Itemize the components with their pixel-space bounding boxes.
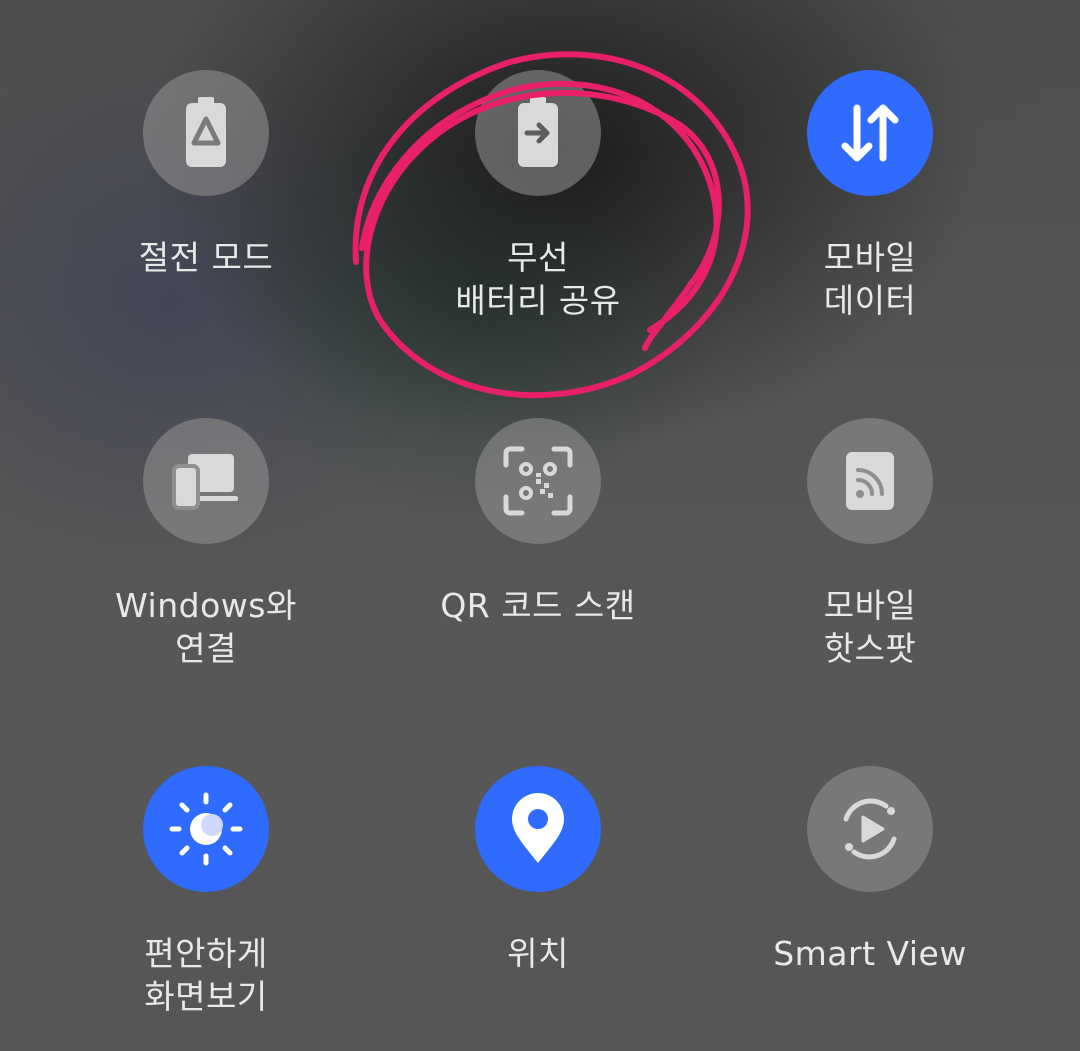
wireless-powershare-icon (518, 97, 558, 167)
tile-mobile-hotspot-button[interactable] (807, 418, 933, 544)
mobile-hotspot-icon (846, 452, 894, 510)
battery-saver-icon (186, 97, 226, 167)
mobile-data-icon (841, 104, 899, 162)
tile-wireless-powershare[interactable]: 무선 배터리 공유 (388, 70, 688, 322)
link-to-windows-icon (172, 454, 238, 510)
qr-scan-icon (503, 446, 573, 516)
tile-smart-view-button[interactable] (807, 766, 933, 892)
location-icon (512, 793, 564, 863)
tile-smart-view-label: Smart View (773, 934, 967, 973)
tile-power-saving[interactable]: 절전 모드 (56, 70, 356, 279)
tile-power-saving-label: 절전 모드 (138, 238, 274, 277)
tile-location-label: 위치 (507, 934, 569, 973)
tile-mobile-hotspot[interactable]: 모바일 핫스팟 (720, 418, 1020, 670)
tile-power-saving-button[interactable] (143, 70, 269, 196)
tile-mobile-data[interactable]: 모바일 데이터 (720, 70, 1020, 322)
tile-eye-comfort-button[interactable] (143, 766, 269, 892)
tile-link-to-windows-button[interactable] (143, 418, 269, 544)
tile-eye-comfort-label: 편안하게 화면보기 (144, 934, 268, 1016)
tile-location-button[interactable] (475, 766, 601, 892)
tile-wireless-powershare-button[interactable] (475, 70, 601, 196)
smart-view-icon (843, 798, 897, 860)
tile-smart-view[interactable]: Smart View (720, 766, 1020, 975)
tile-mobile-hotspot-label: 모바일 핫스팟 (823, 586, 917, 668)
tile-qr-scan[interactable]: QR 코드 스캔 (388, 418, 688, 627)
tile-link-to-windows[interactable]: Windows와 연결 (56, 418, 356, 670)
tile-mobile-data-label: 모바일 데이터 (823, 238, 917, 320)
tile-eye-comfort[interactable]: 편안하게 화면보기 (56, 766, 356, 1018)
tile-link-to-windows-label: Windows와 연결 (115, 586, 297, 668)
eye-comfort-icon (169, 792, 243, 866)
tile-mobile-data-button[interactable] (807, 70, 933, 196)
tile-qr-scan-label: QR 코드 스캔 (440, 586, 636, 625)
tile-location[interactable]: 위치 (388, 766, 688, 975)
tile-wireless-powershare-label: 무선 배터리 공유 (455, 238, 621, 320)
tile-qr-scan-button[interactable] (475, 418, 601, 544)
